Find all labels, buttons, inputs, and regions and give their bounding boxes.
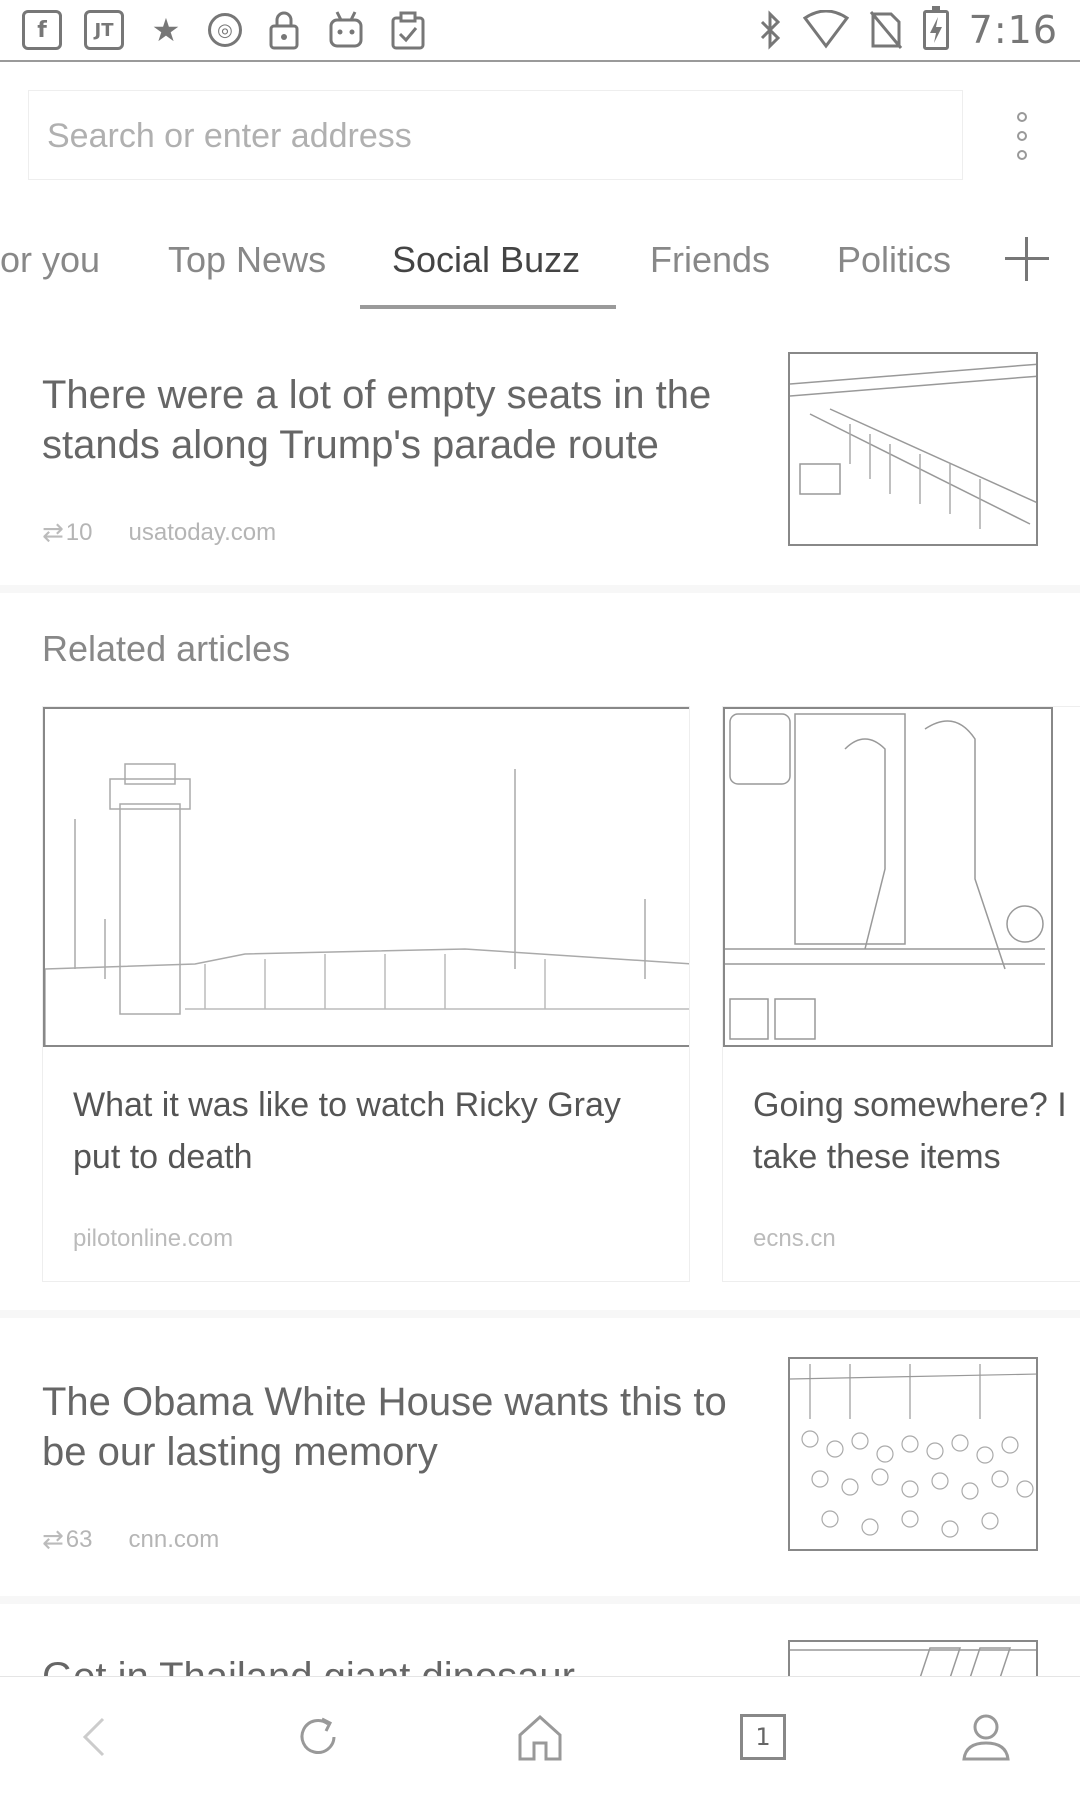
repost-number: 63	[65, 1526, 93, 1553]
repost-icon: ⇄	[42, 518, 64, 548]
article-title-partial[interactable]: Get in Thailand giant dinosaur	[42, 1652, 575, 1676]
repost-count: ⇄ 63	[42, 1525, 93, 1555]
back-icon[interactable]	[64, 1707, 124, 1767]
profile-icon[interactable]	[956, 1707, 1016, 1767]
related-card-source: ecns.cn	[753, 1225, 836, 1252]
menu-dot	[1017, 112, 1027, 122]
add-tab-plus-icon[interactable]	[1005, 237, 1049, 281]
android-icon	[326, 10, 366, 50]
article-meta: ⇄ 10 usatoday.com	[42, 518, 276, 548]
article-row[interactable]: The Obama White House wants this to be o…	[0, 1355, 1080, 1585]
related-card[interactable]: Going somewhere? I take these items ecns…	[722, 706, 1080, 1282]
menu-dot	[1017, 131, 1027, 141]
active-tab-indicator	[360, 305, 616, 309]
clock: 7:16	[968, 8, 1058, 52]
refresh-icon[interactable]	[288, 1707, 348, 1767]
address-bar[interactable]	[28, 90, 963, 181]
jackie-chan-icon: ★	[146, 10, 186, 50]
facebook-glyph: f	[37, 17, 47, 43]
repost-count: ⇄ 10	[42, 518, 93, 548]
related-card-title[interactable]: Going somewhere? I take these items	[753, 1079, 1067, 1183]
related-card-title[interactable]: What it was like to watch Ricky Gray put…	[73, 1079, 621, 1183]
related-card-source: pilotonline.com	[73, 1225, 234, 1252]
bluetooth-icon	[760, 10, 780, 50]
tab-politics[interactable]: Politics	[837, 239, 951, 281]
related-card-image	[723, 707, 1053, 1047]
article-thumbnail[interactable]	[788, 352, 1038, 546]
article-source: cnn.com	[128, 1526, 220, 1553]
jt-icon: JT	[84, 10, 124, 50]
menu-dot	[1017, 150, 1027, 160]
article-title[interactable]: The Obama White House wants this to be o…	[42, 1377, 742, 1477]
tab-for-you[interactable]: or you	[0, 239, 100, 281]
overflow-menu-icon[interactable]	[1010, 112, 1034, 160]
repost-icon: ⇄	[42, 1525, 64, 1555]
search-input[interactable]	[47, 91, 927, 181]
wifi-icon	[802, 10, 849, 49]
related-card-image	[43, 707, 689, 1047]
bottom-navigation: 1	[0, 1676, 1080, 1794]
home-icon[interactable]	[510, 1707, 570, 1767]
tab-friends[interactable]: Friends	[650, 239, 770, 281]
jackie-chan-glyph: ★	[151, 11, 181, 49]
system-icons: 7:16	[757, 6, 1058, 52]
no-sim-icon	[869, 11, 902, 49]
article-thumbnail-partial[interactable]	[788, 1640, 1038, 1676]
article-thumbnail[interactable]	[788, 1357, 1038, 1551]
lock-icon	[264, 10, 304, 50]
jt-glyph: JT	[94, 19, 114, 41]
clipboard-check-icon	[388, 10, 428, 50]
related-card[interactable]: What it was like to watch Ricky Gray put…	[42, 706, 690, 1282]
tab-count-badge: 1	[740, 1714, 786, 1760]
tabs-icon[interactable]: 1	[733, 1707, 793, 1767]
section-divider	[0, 1310, 1080, 1318]
circle-icon: ◎	[208, 13, 242, 47]
article-source: usatoday.com	[128, 519, 277, 546]
article-row[interactable]: There were a lot of empty seats in the s…	[0, 350, 1080, 580]
status-bar: f JT ★ ◎ 7:16	[0, 0, 1080, 62]
related-articles-heading: Related articles	[42, 628, 291, 669]
category-tabs: or you Top News Social Buzz Friends Poli…	[0, 225, 1080, 315]
notification-icons: f JT ★ ◎	[22, 10, 428, 50]
section-divider	[0, 1596, 1080, 1604]
repost-number: 10	[65, 519, 93, 546]
tab-top-news[interactable]: Top News	[168, 239, 326, 281]
section-divider	[0, 585, 1080, 593]
facebook-icon: f	[22, 10, 62, 50]
article-meta: ⇄ 63 cnn.com	[42, 1525, 219, 1555]
article-title[interactable]: There were a lot of empty seats in the s…	[42, 370, 742, 470]
tab-social-buzz[interactable]: Social Buzz	[392, 239, 580, 281]
battery-charging-icon	[922, 6, 949, 50]
